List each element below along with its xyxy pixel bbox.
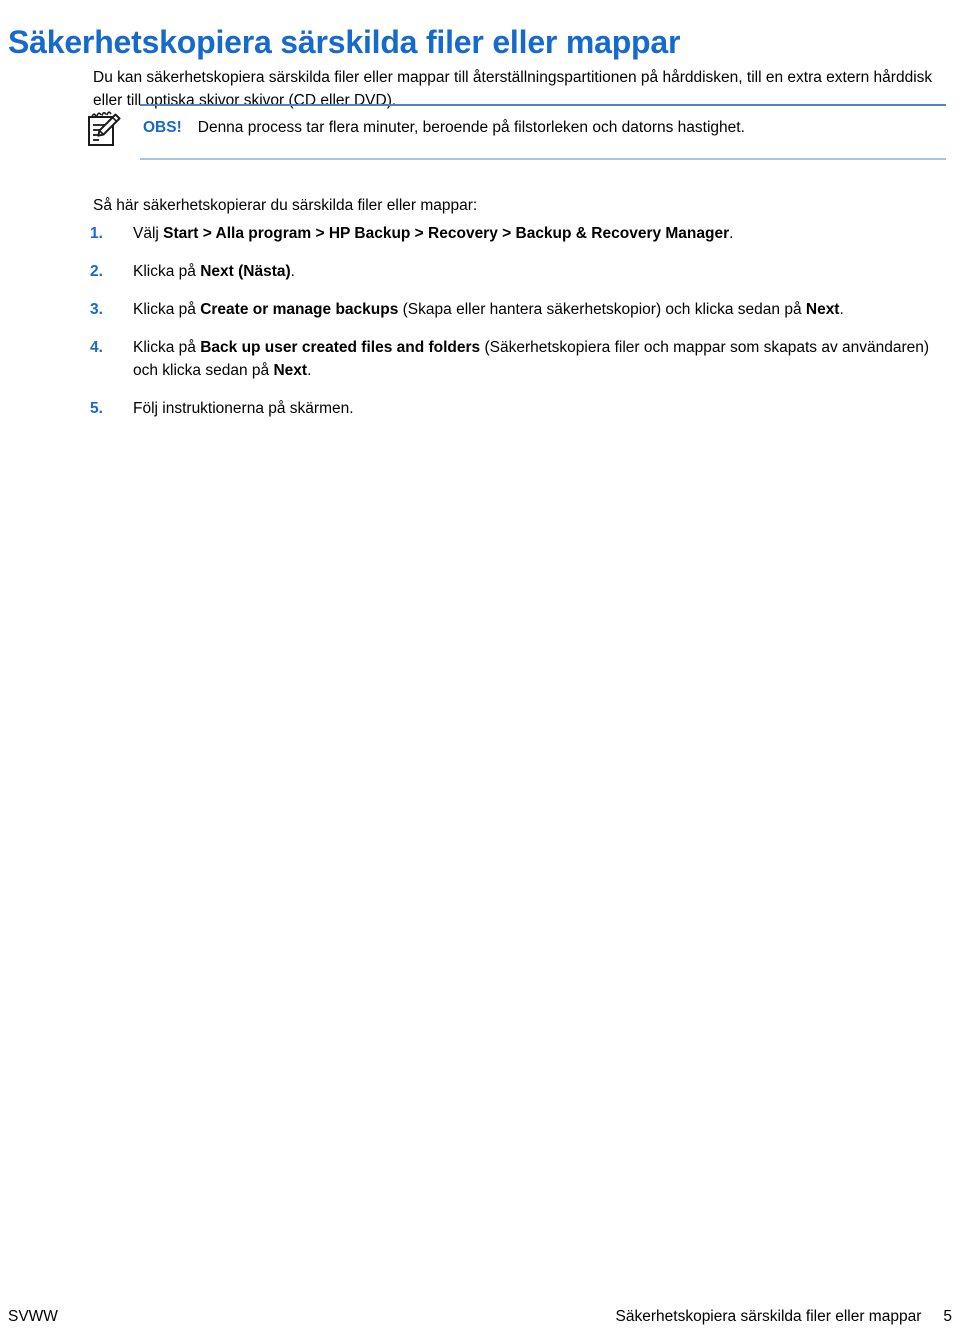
- footer-right-group: Säkerhetskopiera särskilda filer eller m…: [616, 1306, 952, 1328]
- step-number: 3.: [90, 301, 103, 318]
- step-number: 1.: [90, 225, 103, 242]
- note-box: OBS! Denna process tar flera minuter, ber…: [82, 104, 946, 160]
- list-item: 2. Klicka på Next (Nästa).: [86, 260, 946, 283]
- steps-list: 1. Välj Start > Alla program > HP Backup…: [86, 222, 946, 420]
- step-number: 4.: [90, 339, 103, 356]
- step-number: 5.: [90, 400, 103, 417]
- note-content: OBS! Denna process tar flera minuter, ber…: [143, 117, 946, 139]
- step-text: Följ instruktionerna på skärmen.: [133, 400, 354, 417]
- step-number: 2.: [90, 263, 103, 280]
- list-item: 3. Klicka på Create or manage backups (S…: [86, 298, 946, 321]
- footer-page-number: 5: [943, 1308, 952, 1325]
- note-label: OBS!: [143, 119, 182, 136]
- notepad-pencil-icon: [82, 108, 126, 152]
- list-item: 1. Välj Start > Alla program > HP Backup…: [86, 222, 946, 245]
- page-title: Säkerhetskopiera särskilda filer eller m…: [8, 24, 681, 61]
- note-rules: OBS! Denna process tar flera minuter, ber…: [140, 104, 946, 160]
- step-text: Klicka på Back up user created files and…: [133, 339, 930, 379]
- note-text: Denna process tar flera minuter, beroend…: [197, 119, 745, 136]
- page-footer: SVWW Säkerhetskopiera särskilda filer el…: [0, 1306, 960, 1330]
- footer-locale: SVWW: [8, 1308, 58, 1325]
- list-item: 5. Följ instruktionerna på skärmen.: [86, 397, 946, 420]
- step-text: Klicka på Create or manage backups (Skap…: [133, 301, 844, 318]
- step-text: Klicka på Next (Nästa).: [133, 263, 295, 280]
- footer-chapter-title: Säkerhetskopiera särskilda filer eller m…: [615, 1308, 922, 1325]
- step-text: Välj Start > Alla program > HP Backup > …: [133, 225, 734, 242]
- list-item: 4. Klicka på Back up user created files …: [86, 336, 946, 382]
- document-page: Säkerhetskopiera särskilda filer eller m…: [0, 0, 960, 1336]
- steps-leadin: Så här säkerhetskopierar du särskilda fi…: [93, 196, 478, 214]
